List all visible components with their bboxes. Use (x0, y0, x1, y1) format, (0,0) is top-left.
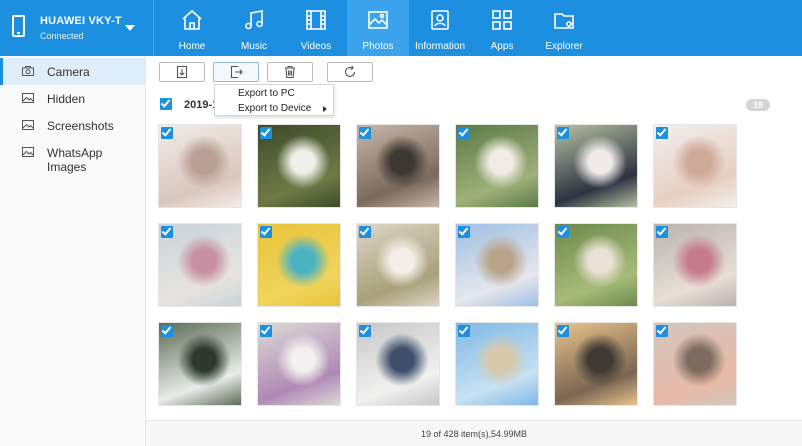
photo-thumbnail[interactable] (257, 322, 341, 406)
photo-select-checkbox[interactable] (656, 226, 668, 238)
nav-explorer[interactable]: Explorer (533, 0, 595, 56)
photo-thumbnail[interactable] (653, 124, 737, 208)
photo-thumbnail[interactable] (257, 124, 341, 208)
photo-thumbnail[interactable] (554, 223, 638, 307)
nav-photos-label: Photos (362, 41, 394, 52)
export-menu: Export to PC Export to Device (214, 84, 334, 116)
nav-information[interactable]: Information (409, 0, 471, 56)
nav-apps-label: Apps (490, 41, 514, 52)
image-icon (368, 11, 388, 29)
photo-select-checkbox[interactable] (458, 325, 470, 337)
menu-item-export-to-device[interactable]: Export to Device (215, 101, 333, 116)
photo-thumbnail[interactable] (356, 322, 440, 406)
photo-select-checkbox[interactable] (656, 325, 668, 337)
device-name: HUAWEI VKY-T (40, 15, 122, 27)
delete-button[interactable] (267, 62, 313, 82)
nav-videos[interactable]: Videos (285, 0, 347, 56)
photo-select-checkbox[interactable] (161, 325, 173, 337)
photo-thumbnail[interactable] (653, 322, 737, 406)
sidebar-item-label: Hidden (47, 92, 86, 106)
image-icon (22, 93, 34, 103)
photo-thumbnail[interactable] (356, 124, 440, 208)
photo-select-checkbox[interactable] (458, 226, 470, 238)
device-selector[interactable]: HUAWEI VKY-T Connected (0, 0, 154, 56)
chevron-right-icon (323, 106, 327, 112)
camera-icon (22, 66, 34, 76)
sidebar-item-camera[interactable]: Camera (0, 58, 145, 85)
photo-thumbnail[interactable] (158, 322, 242, 406)
photo-thumbnail[interactable] (554, 322, 638, 406)
music-note-icon (245, 10, 263, 30)
export-icon (230, 65, 243, 79)
main-nav: Home Music Videos Photos Information App… (161, 0, 595, 56)
sidebar-item-label: WhatsApp Images (47, 146, 103, 174)
status-bar: 19 of 428 item(s),54.99MB (146, 420, 802, 446)
sidebar: Camera Hidden Screenshots WhatsApp Image… (0, 56, 146, 446)
photo-thumbnail[interactable] (158, 223, 242, 307)
nav-apps[interactable]: Apps (471, 0, 533, 56)
image-icon (22, 147, 34, 157)
import-icon (176, 65, 188, 79)
photo-select-checkbox[interactable] (458, 127, 470, 139)
photo-select-checkbox[interactable] (161, 127, 173, 139)
photo-thumbnail[interactable] (455, 124, 539, 208)
phone-icon (12, 15, 25, 37)
group-select-checkbox[interactable] (160, 98, 172, 110)
main-content: Export to PC Export to Device 2019-1 19 … (146, 56, 802, 446)
chevron-down-icon[interactable] (125, 25, 135, 31)
status-text: 19 of 428 item(s),54.99MB (420, 429, 528, 439)
folder-icon (554, 13, 574, 29)
photo-thumbnail[interactable] (455, 223, 539, 307)
photo-select-checkbox[interactable] (557, 325, 569, 337)
sidebar-item-label: Screenshots (47, 119, 114, 133)
photo-select-checkbox[interactable] (260, 127, 272, 139)
photo-select-checkbox[interactable] (557, 127, 569, 139)
photo-select-checkbox[interactable] (359, 226, 371, 238)
menu-item-label: Export to PC (238, 88, 295, 99)
refresh-button[interactable] (327, 62, 373, 82)
trash-icon (285, 65, 295, 79)
import-button[interactable] (159, 62, 205, 82)
photo-select-checkbox[interactable] (260, 325, 272, 337)
photo-thumbnail[interactable] (158, 124, 242, 208)
photo-select-checkbox[interactable] (557, 226, 569, 238)
group-count-badge: 19 (746, 99, 770, 111)
image-icon (22, 120, 34, 130)
photo-thumbnail[interactable] (653, 223, 737, 307)
nav-photos[interactable]: Photos (347, 0, 409, 56)
sidebar-item-label: Camera (47, 65, 90, 79)
home-icon (182, 9, 202, 30)
photo-select-checkbox[interactable] (161, 226, 173, 238)
nav-explorer-label: Explorer (545, 41, 583, 52)
menu-item-label: Export to Device (238, 103, 312, 114)
top-bar: HUAWEI VKY-T Connected Home Music Videos… (0, 0, 802, 56)
photo-select-checkbox[interactable] (359, 325, 371, 337)
toolbar (146, 56, 802, 86)
export-button[interactable] (213, 62, 259, 82)
nav-music[interactable]: Music (223, 0, 285, 56)
menu-item-export-to-pc[interactable]: Export to PC (215, 86, 333, 101)
photo-grid (158, 124, 758, 424)
nav-music-label: Music (240, 41, 268, 52)
nav-videos-label: Videos (300, 41, 332, 52)
photo-select-checkbox[interactable] (656, 127, 668, 139)
photo-select-checkbox[interactable] (260, 226, 272, 238)
refresh-icon (344, 65, 356, 77)
contact-card-icon (431, 10, 449, 30)
sidebar-item-hidden[interactable]: Hidden (0, 85, 145, 112)
photo-select-checkbox[interactable] (359, 127, 371, 139)
sidebar-item-whatsapp-images[interactable]: WhatsApp Images (0, 139, 145, 174)
sidebar-item-screenshots[interactable]: Screenshots (0, 112, 145, 139)
photo-thumbnail[interactable] (356, 223, 440, 307)
photo-thumbnail[interactable] (554, 124, 638, 208)
photo-thumbnail[interactable] (257, 223, 341, 307)
apps-grid-icon (492, 10, 512, 30)
film-icon (306, 10, 326, 30)
nav-information-label: Information (414, 41, 466, 52)
nav-home-label: Home (178, 41, 206, 52)
nav-home[interactable]: Home (161, 0, 223, 56)
photo-thumbnail[interactable] (455, 322, 539, 406)
device-status: Connected (40, 31, 84, 41)
